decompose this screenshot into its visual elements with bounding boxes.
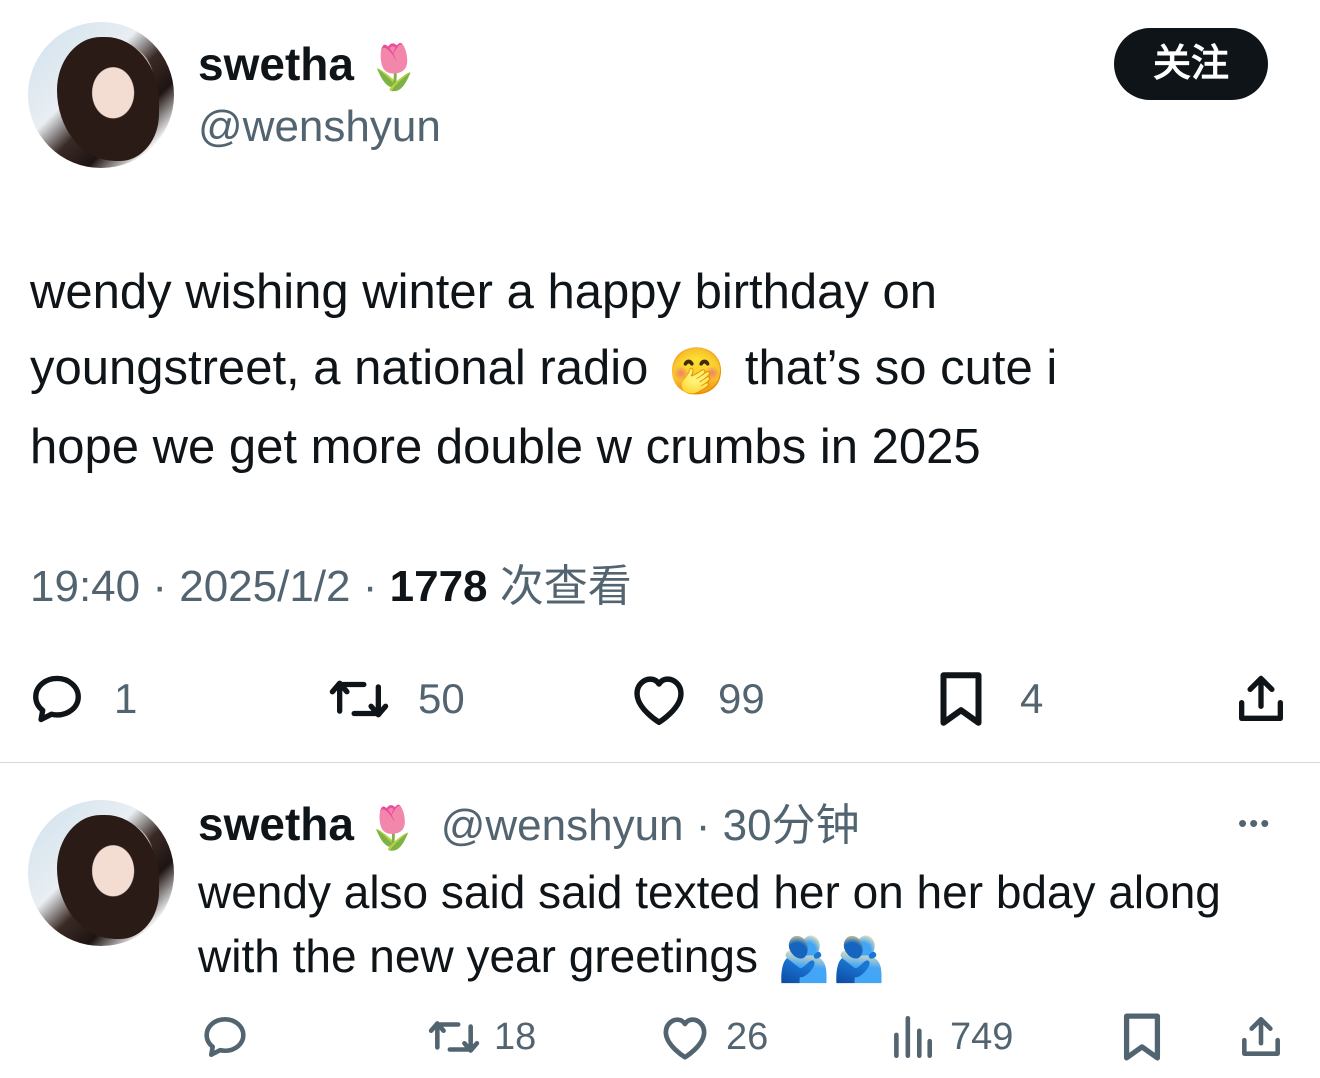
retweet-icon <box>329 680 389 718</box>
tweet-meta: 19:40 · 2025/1/2 · 1778 次查看 <box>30 562 632 611</box>
author-avatar[interactable] <box>28 22 174 168</box>
views-icon <box>894 1015 932 1059</box>
reply-text-line-1: wendy also said said texted her on her b… <box>198 866 1221 918</box>
like-icon <box>634 676 684 725</box>
more-icon: ••• <box>1238 808 1272 838</box>
reply-time[interactable]: 30分钟 <box>723 801 860 850</box>
more-button[interactable]: ••• <box>1238 806 1271 840</box>
share-icon <box>1242 1017 1280 1056</box>
follow-button[interactable]: 关注 <box>1114 28 1268 100</box>
like-button[interactable]: 99 <box>628 670 765 728</box>
reply-count: 1 <box>114 675 138 722</box>
reply-text-line-2: with the new year greetings 🫂🫂 <box>198 924 1221 992</box>
views-label: 次查看 <box>499 562 632 611</box>
reply-text: wendy also said said texted her on her b… <box>198 860 1221 992</box>
views-count: 1778 <box>389 562 488 611</box>
reply-icon <box>204 1017 246 1057</box>
tweet-text-line-3: hope we get more double w crumbs in 2025 <box>30 420 981 475</box>
reply-bookmark-button[interactable] <box>1120 1010 1164 1064</box>
tweet-text-line-2: youngstreet, a national radio 🤭 that’s s… <box>30 330 1057 409</box>
reply-author-handle[interactable]: @wenshyun <box>441 801 684 850</box>
bookmark-icon <box>940 672 982 726</box>
reply-header: swetha 🌷 @wenshyun · 30分钟 <box>198 796 860 856</box>
reply-like-count: 26 <box>726 1015 769 1058</box>
hug-emoji: 🫂🫂 <box>776 934 887 984</box>
author-name-row[interactable]: swetha 🌷 <box>198 36 422 96</box>
reply-author-avatar[interactable] <box>28 800 174 946</box>
like-count: 99 <box>718 675 765 722</box>
retweet-count: 50 <box>418 675 465 722</box>
bookmark-button[interactable]: 4 <box>936 670 1043 728</box>
like-icon <box>663 1017 707 1060</box>
retweet-icon <box>428 1021 480 1053</box>
tweet-time[interactable]: 19:40 <box>30 562 140 611</box>
reply-retweet-button[interactable]: 18 <box>426 1012 536 1062</box>
reply-icon <box>33 675 81 723</box>
author-handle[interactable]: @wenshyun <box>198 100 441 154</box>
reply-button[interactable]: 1 <box>28 670 137 728</box>
share-button[interactable] <box>1232 670 1290 728</box>
tweet-divider <box>0 762 1320 763</box>
tulip-emoji: 🌷 <box>366 42 422 92</box>
reply-reply-button[interactable] <box>200 1012 262 1062</box>
reply-author-name[interactable]: swetha <box>198 798 354 850</box>
tulip-emoji: 🌷 <box>366 804 419 852</box>
tweet-text: wendy wishing winter a happy birthday on… <box>30 254 1057 485</box>
reply-like-button[interactable]: 26 <box>658 1012 768 1062</box>
author-name[interactable]: swetha <box>198 38 354 90</box>
reply-views-button[interactable]: 749 <box>890 1012 1013 1062</box>
hand-over-mouth-emoji: 🤭 <box>668 345 726 398</box>
share-icon <box>1239 675 1283 721</box>
bookmark-icon <box>1123 1013 1161 1061</box>
bookmark-count: 4 <box>1020 675 1044 722</box>
reply-views-count: 749 <box>950 1015 1014 1058</box>
reply-retweet-count: 18 <box>494 1015 537 1058</box>
tweet-text-line-1: wendy wishing winter a happy birthday on <box>30 265 938 319</box>
tweet-date[interactable]: 2025/1/2 <box>179 562 350 611</box>
retweet-button[interactable]: 50 <box>326 670 465 728</box>
reply-share-button[interactable] <box>1236 1012 1286 1062</box>
